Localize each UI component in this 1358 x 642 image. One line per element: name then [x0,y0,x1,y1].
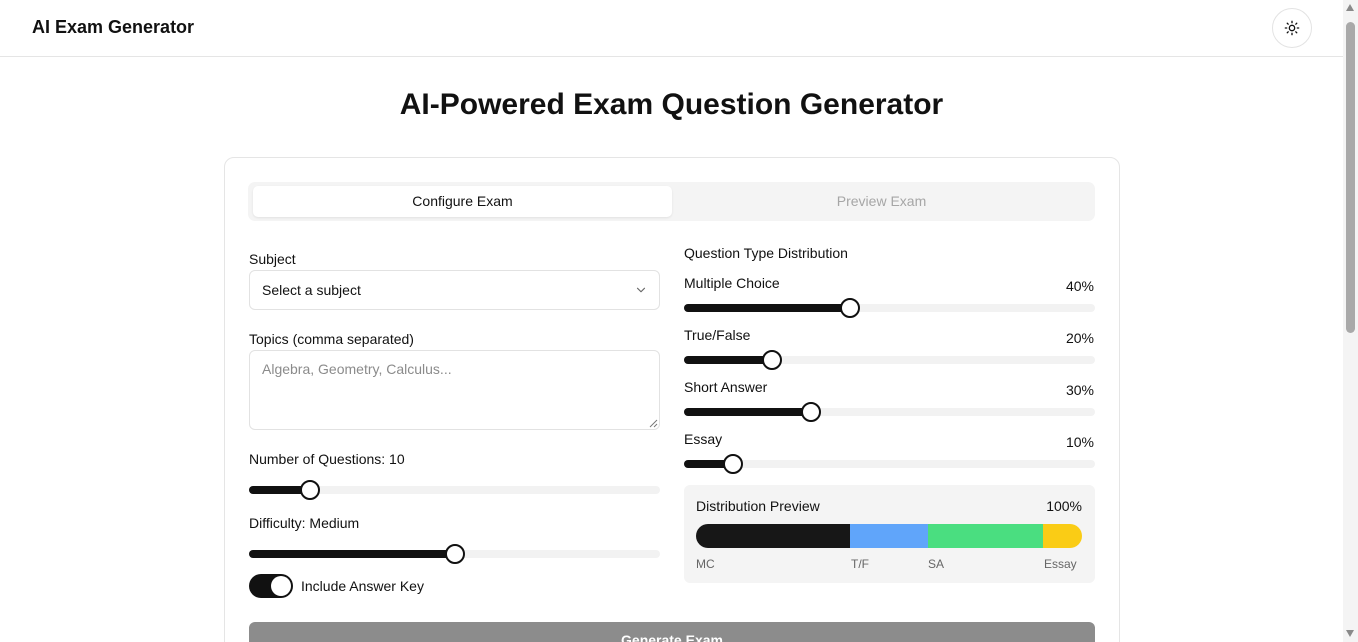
scrollbar-thumb[interactable] [1346,22,1355,333]
slider-range [684,356,773,364]
distribution-segment-sa [927,524,1044,548]
slider-range [684,408,812,416]
generate-exam-button[interactable]: Generate Exam [249,622,1095,642]
distribution-bar [696,524,1082,548]
subject-select[interactable]: Select a subject [249,270,660,310]
essay-slider[interactable] [684,454,1095,474]
scroll-down-arrow-icon[interactable] [1346,630,1354,637]
segment-label-sa: SA [928,557,945,571]
type-percent-true-false: 20% [1065,330,1094,346]
answer-key-label: Include Answer Key [301,578,424,594]
resize-handle-icon[interactable] [648,418,658,428]
num-questions-slider[interactable] [249,480,660,500]
top-navbar: AI Exam Generator [0,0,1343,57]
subject-select-value: Select a subject [262,282,361,298]
type-percent-essay: 10% [1065,434,1094,450]
answer-key-switch[interactable] [249,574,293,598]
slider-range [684,304,851,312]
slider-thumb[interactable] [723,454,744,474]
subject-label: Subject [249,251,296,267]
segment-label-essay: Essay [1044,557,1077,571]
slider-thumb[interactable] [840,298,861,318]
distribution-preview-title: Distribution Preview [696,498,820,514]
distribution-segment-tf [850,524,928,548]
multiple-choice-slider[interactable] [684,298,1095,318]
type-percent-short-answer: 30% [1065,382,1094,398]
slider-thumb[interactable] [762,350,783,370]
theme-toggle-button[interactable] [1272,8,1312,48]
type-label-short-answer: Short Answer [684,379,768,395]
type-percent-multiple-choice: 40% [1065,278,1094,294]
distribution-title: Question Type Distribution [684,245,848,261]
short-answer-slider[interactable] [684,402,1095,422]
tab-preview-exam[interactable]: Preview Exam [672,186,1091,217]
slider-track [684,460,1095,468]
sun-icon [1284,20,1300,36]
difficulty-slider[interactable] [249,544,660,564]
distribution-total: 100% [1046,498,1082,514]
scroll-up-arrow-icon[interactable] [1346,4,1354,11]
slider-thumb[interactable] [299,480,320,500]
slider-thumb[interactable] [801,402,822,422]
distribution-segment-essay [1043,524,1082,548]
type-label-multiple-choice: Multiple Choice [684,275,780,291]
slider-thumb[interactable] [444,544,465,564]
tab-configure-exam[interactable]: Configure Exam [253,186,672,217]
switch-knob [271,576,291,596]
difficulty-label: Difficulty: Medium [249,515,360,531]
tab-list: Configure Exam Preview Exam [248,182,1095,221]
slider-range [249,550,455,558]
chevron-down-icon [636,287,646,293]
num-questions-label: Number of Questions: 10 [249,451,405,467]
segment-label-mc: MC [696,557,715,571]
topics-label: Topics (comma separated) [249,331,414,347]
page-scrollbar[interactable] [1343,0,1358,642]
type-label-essay: Essay [684,431,723,447]
distribution-segment-mc [696,524,851,548]
segment-label-tf: T/F [851,557,869,571]
topics-textarea[interactable] [249,350,660,430]
page-title: AI-Powered Exam Question Generator [399,88,944,121]
type-label-true-false: True/False [684,327,751,343]
true-false-slider[interactable] [684,350,1095,370]
app-title: AI Exam Generator [32,17,195,37]
